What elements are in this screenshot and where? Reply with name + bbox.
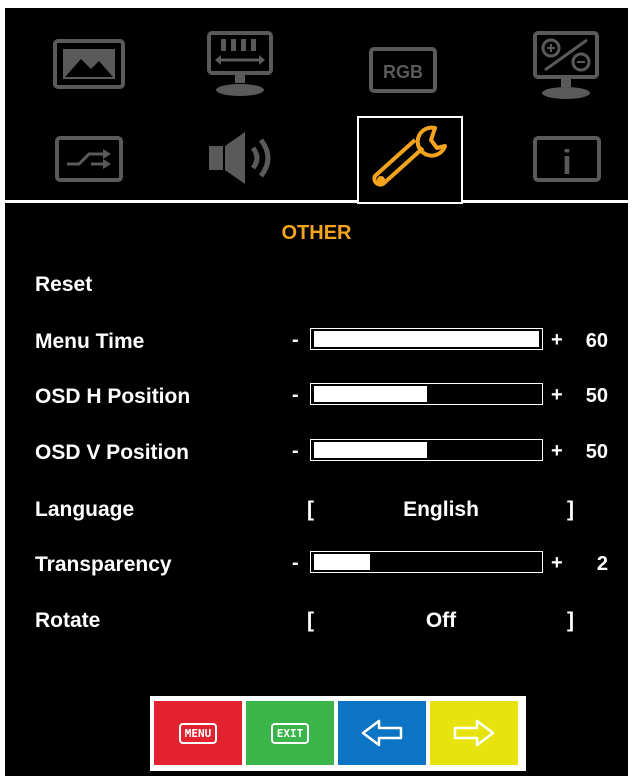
section-title: OTHER	[281, 222, 352, 244]
tab-information[interactable]: i	[531, 133, 603, 185]
tab-display[interactable]	[205, 30, 277, 98]
left-button[interactable]	[338, 701, 426, 765]
osd-v-position-plus[interactable]: +	[551, 440, 563, 463]
rgb-icon-label: RGB	[383, 62, 423, 82]
osd-h-position-plus[interactable]: +	[551, 384, 563, 407]
right-button[interactable]	[430, 701, 518, 765]
osd-h-position-minus[interactable]: -	[292, 384, 299, 407]
osd-v-position-label: OSD V Position	[35, 441, 190, 464]
transparency-slider[interactable]	[310, 551, 543, 573]
picture-icon	[53, 39, 125, 89]
transparency-value: 2	[596, 553, 608, 575]
language-selector[interactable]: English	[325, 498, 557, 522]
rotate-selector[interactable]: Off	[325, 609, 557, 633]
osd-v-position-slider[interactable]	[310, 439, 543, 461]
tab-other[interactable]	[357, 116, 463, 204]
osd-v-position-slider-fill	[314, 442, 427, 458]
osd-h-position-label: OSD H Position	[35, 385, 191, 408]
menu-time-minus[interactable]: -	[292, 329, 299, 352]
arrow-left-icon	[361, 719, 403, 747]
transparency-slider-fill	[314, 554, 371, 570]
input-source-icon	[55, 136, 123, 182]
osd-menu: RGB i OTHER Reset Menu Time - + 60 OSD H…	[5, 8, 628, 776]
exit-key-label: EXIT	[270, 722, 310, 744]
osd-h-position-value: 50	[585, 385, 608, 407]
osd-h-position-slider-fill	[314, 386, 427, 402]
wrench-icon	[372, 125, 447, 187]
exit-button[interactable]: EXIT	[246, 701, 334, 765]
rgb-icon: RGB	[369, 47, 437, 93]
osd-v-position-value: 50	[585, 441, 608, 463]
rotate-bracket-left: [	[307, 609, 314, 632]
tab-input-source[interactable]	[53, 133, 125, 185]
display-icon	[207, 31, 273, 96]
menu-time-plus[interactable]: +	[551, 329, 563, 352]
menu-time-slider[interactable]	[310, 328, 543, 350]
info-icon-label: i	[562, 144, 571, 182]
transparency-minus[interactable]: -	[292, 552, 299, 575]
menu-key-label: MENU	[178, 722, 218, 744]
reset-item[interactable]: Reset	[35, 273, 92, 297]
transparency-plus[interactable]: +	[551, 552, 563, 575]
transparency-label: Transparency	[35, 553, 172, 576]
language-label: Language	[35, 498, 135, 521]
tab-rgb[interactable]: RGB	[367, 44, 439, 96]
language-bracket-left: [	[307, 498, 314, 521]
menu-time-label: Menu Time	[35, 330, 145, 353]
rotate-bracket-right: ]	[567, 609, 574, 632]
tab-color-adjust[interactable]	[531, 30, 603, 100]
osd-v-position-minus[interactable]: -	[292, 440, 299, 463]
rotate-label: Rotate	[35, 609, 101, 632]
tab-picture[interactable]	[53, 38, 125, 90]
info-icon: i	[533, 136, 601, 182]
speaker-icon	[209, 132, 271, 184]
key-guide-bar: MENU EXIT	[150, 696, 526, 771]
menu-time-value: 60	[585, 330, 608, 352]
menu-divider	[5, 200, 628, 203]
color-adjust-icon	[533, 31, 599, 99]
tab-audio[interactable]	[205, 130, 277, 186]
menu-button[interactable]: MENU	[154, 701, 242, 765]
language-bracket-right: ]	[567, 498, 574, 521]
menu-time-slider-fill	[314, 331, 539, 347]
arrow-right-icon	[453, 719, 495, 747]
osd-h-position-slider[interactable]	[310, 383, 543, 405]
